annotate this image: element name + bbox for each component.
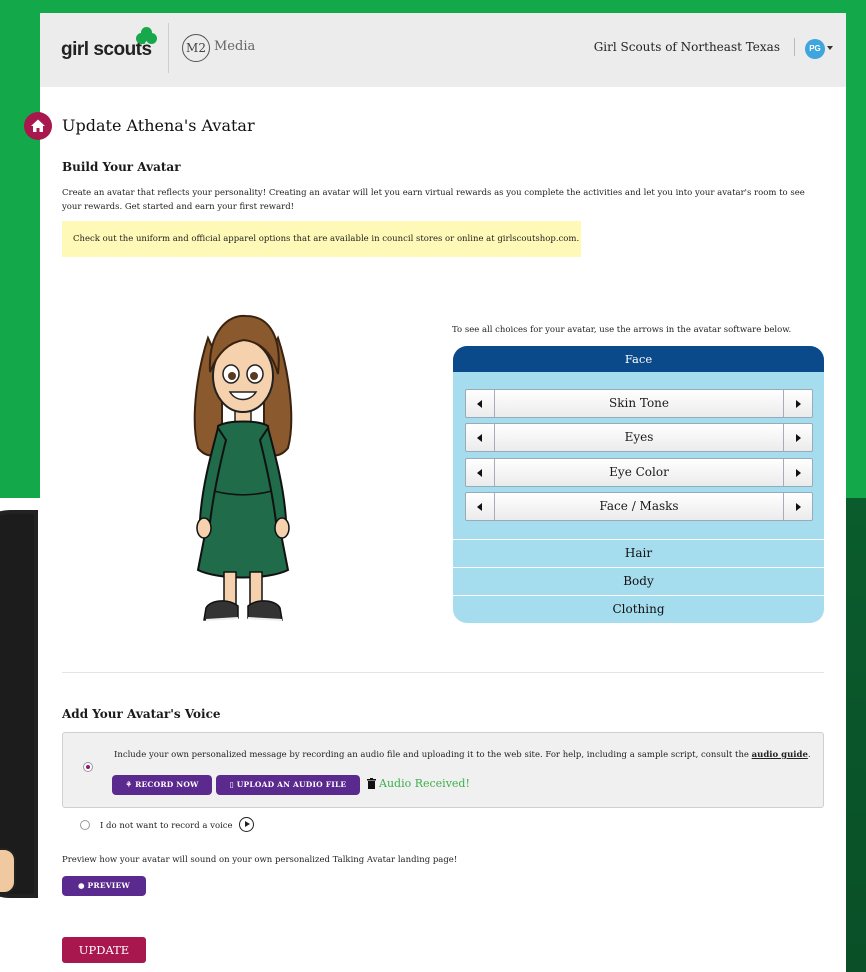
next-arrow-icon[interactable]	[783, 493, 812, 520]
page-title: Update Athena's Avatar	[62, 116, 255, 135]
record-voice-option: Include your own personalized message by…	[62, 732, 824, 808]
user-avatar[interactable]: PG	[805, 39, 825, 59]
next-arrow-icon[interactable]	[783, 390, 812, 417]
update-button[interactable]: UPDATE	[62, 937, 146, 963]
record-now-label: RECORD NOW	[135, 780, 199, 789]
build-avatar-description: Create an avatar that reflects your pers…	[62, 188, 805, 212]
home-glyph	[31, 119, 45, 132]
upload-audio-button[interactable]: ▯ UPLOAD AN AUDIO FILE	[216, 775, 360, 795]
record-voice-text: Include your own personalized message by…	[114, 750, 749, 760]
avatar-editor-panel: Face Skin Tone Eyes Eye Color Face / Mas…	[453, 346, 824, 623]
preview-button[interactable]: ● PREVIEW	[62, 876, 146, 896]
apparel-notice-text: Check out the uniform and official appar…	[73, 234, 580, 244]
record-voice-radio[interactable]	[83, 762, 93, 772]
preview-hint: Preview how your avatar will sound on yo…	[62, 855, 458, 865]
play-icon[interactable]	[239, 817, 254, 832]
stepper-eye-color: Eye Color	[465, 458, 813, 487]
trash-icon[interactable]	[367, 778, 376, 789]
record-voice-description: Include your own personalized message by…	[114, 750, 811, 760]
upload-file-icon: ▯	[229, 780, 237, 789]
clover-logo-icon	[136, 27, 158, 47]
tab-face[interactable]: Face	[453, 346, 824, 372]
avatar-preview-image	[193, 314, 293, 621]
audio-guide-link[interactable]: audio guide	[752, 750, 808, 760]
stepper-skin-tone: Skin Tone	[465, 389, 813, 418]
stepper-label: Eyes	[624, 430, 654, 444]
next-arrow-icon[interactable]	[783, 459, 812, 486]
preview-label: PREVIEW	[87, 881, 131, 890]
header-divider	[168, 23, 169, 73]
prev-arrow-icon[interactable]	[466, 424, 495, 451]
council-name: Girl Scouts of Northeast Texas	[593, 40, 780, 54]
prev-arrow-icon[interactable]	[466, 459, 495, 486]
tab-body[interactable]: Body	[453, 567, 824, 595]
avatar-choices-hint: To see all choices for your avatar, use …	[452, 325, 792, 335]
audio-status: Audio Received!	[379, 777, 470, 790]
m2-media-label: Media	[214, 39, 256, 54]
voice-heading: Add Your Avatar's Voice	[62, 707, 221, 721]
background-figure-hand	[0, 848, 16, 894]
stepper-label: Skin Tone	[609, 396, 669, 410]
period: .	[807, 750, 811, 760]
section-divider	[62, 672, 824, 673]
microphone-icon: ⚘	[125, 780, 136, 789]
upload-audio-label: UPLOAD AN AUDIO FILE	[236, 780, 347, 789]
no-voice-radio[interactable]	[80, 820, 90, 830]
preview-play-icon: ●	[77, 881, 88, 890]
prev-arrow-icon[interactable]	[466, 493, 495, 520]
stepper-face-masks: Face / Masks	[465, 492, 813, 521]
background-figure	[0, 510, 38, 898]
tab-hair[interactable]: Hair	[453, 539, 824, 567]
user-menu-caret-icon[interactable]	[827, 46, 833, 50]
record-now-button[interactable]: ⚘ RECORD NOW	[112, 775, 212, 795]
tab-clothing[interactable]: Clothing	[453, 595, 824, 623]
home-icon[interactable]	[24, 112, 52, 140]
build-avatar-heading: Build Your Avatar	[62, 160, 181, 174]
m2-media-logo-icon: M2	[182, 34, 210, 62]
stepper-label: Face / Masks	[599, 499, 679, 513]
council-separator	[794, 38, 795, 56]
stepper-eyes: Eyes	[465, 423, 813, 452]
next-arrow-icon[interactable]	[783, 424, 812, 451]
stepper-label: Eye Color	[609, 465, 669, 479]
prev-arrow-icon[interactable]	[466, 390, 495, 417]
no-voice-label: I do not want to record a voice	[100, 821, 233, 831]
top-header: girl scouts M2 Media Girl Scouts of Nort…	[40, 13, 846, 87]
apparel-notice: Check out the uniform and official appar…	[62, 221, 581, 257]
